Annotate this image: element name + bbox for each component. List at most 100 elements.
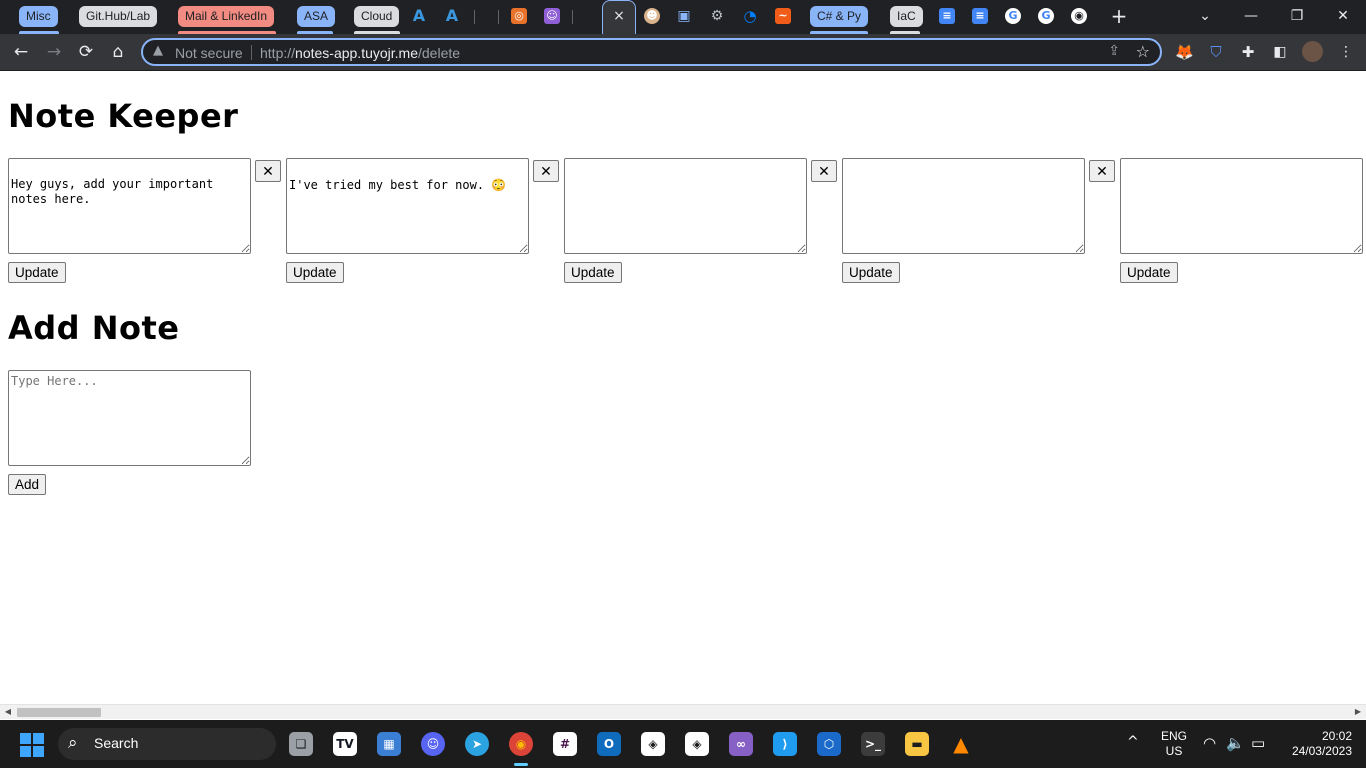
update-note-button[interactable]: Update [564, 262, 622, 283]
delete-note-button[interactable]: ✕ [533, 160, 559, 182]
browser-toolbar: ← → ⟳ ⌂ ▲ Not secure http://notes-app.tu… [0, 34, 1366, 71]
chrome-icon[interactable]: ◉ [1071, 8, 1087, 24]
virtualbox-icon[interactable]: ⬡ [817, 732, 841, 756]
file-explorer-icon[interactable]: ▬ [905, 732, 929, 756]
scroll-right-arrow[interactable]: ▶ [1351, 707, 1365, 716]
reload-button[interactable]: ⟳ [73, 40, 99, 64]
google-icon[interactable]: G [1038, 8, 1054, 24]
google-docs-icon[interactable]: ≡ [972, 8, 988, 24]
language-code: ENG [1160, 729, 1187, 743]
azure-icon[interactable]: A [444, 8, 460, 24]
tradingview-icon[interactable]: TV [333, 732, 357, 756]
delete-note-button[interactable]: ✕ [1089, 160, 1115, 182]
home-button[interactable]: ⌂ [105, 40, 131, 64]
taskbar-search-box[interactable]: ⌕ Search [58, 728, 276, 760]
update-note-button[interactable]: Update [286, 262, 344, 283]
calculator-icon[interactable]: ▦ [377, 732, 401, 756]
horizontal-scrollbar[interactable]: ◀ ▶ [0, 704, 1366, 719]
new-note-textarea[interactable] [8, 370, 251, 466]
windows-start-icon[interactable] [20, 733, 44, 757]
vlc-icon[interactable]: ▲ [949, 732, 973, 756]
menu-kebab-icon[interactable]: ⋮ [1337, 43, 1355, 61]
aws-orange-icon[interactable]: ◎ [511, 8, 527, 24]
url-path: /delete [418, 45, 461, 61]
avatar-tab-icon[interactable]: ☻ [644, 8, 660, 24]
address-bar[interactable]: ▲ Not secure http://notes-app.tuyojr.me/… [141, 38, 1162, 66]
tab-search-button[interactable]: ⌄ [1190, 4, 1220, 28]
share-icon[interactable]: ⇪ [1108, 43, 1120, 59]
active-tab[interactable]: × [602, 0, 636, 34]
vscode-icon[interactable]: ⟩ [773, 732, 797, 756]
tab-group-github[interactable]: Git.Hub/Lab [79, 6, 158, 27]
update-note-button[interactable]: Update [8, 262, 66, 283]
url-scheme: http:// [260, 45, 296, 61]
restore-button[interactable]: ❐ [1282, 4, 1312, 28]
unity-hub-icon[interactable]: ◈ [685, 732, 709, 756]
outlook-icon[interactable]: O [597, 732, 621, 756]
task-view-icon[interactable]: ❏ [289, 732, 313, 756]
telegram-icon[interactable]: ➤ [465, 732, 489, 756]
discord-icon[interactable]: ☺ [421, 732, 445, 756]
tab-separator [498, 10, 499, 24]
language-indicator[interactable]: ENG US [1158, 729, 1190, 759]
new-tab-button[interactable]: + [1104, 4, 1134, 28]
scroll-left-arrow[interactable]: ◀ [1, 707, 15, 716]
tab-group-mail-linkedin[interactable]: Mail & LinkedIn [178, 6, 275, 27]
side-panel-icon[interactable]: ◧ [1271, 43, 1289, 61]
metamask-icon[interactable]: 🦊 [1175, 43, 1194, 61]
purple-app-icon[interactable]: ☺ [544, 8, 560, 24]
digitalocean-tab-icon[interactable]: ◔ [742, 8, 758, 24]
clock-time: 20:02 [1321, 729, 1352, 743]
delete-note-button[interactable]: ✕ [255, 160, 281, 182]
note-textarea[interactable] [286, 158, 529, 254]
volume-icon[interactable]: 🔈 [1226, 734, 1245, 752]
tab-group-cloud[interactable]: Cloud [354, 6, 400, 27]
extensions-puzzle-icon[interactable]: ✚ [1239, 43, 1257, 61]
terminal-icon[interactable]: >_ [861, 732, 885, 756]
tab-group-misc[interactable]: Misc [19, 6, 58, 27]
add-note-heading: Add Note [8, 309, 180, 347]
battery-icon[interactable]: ▭ [1251, 734, 1265, 752]
shield-extension-icon[interactable]: ⛉ [1207, 43, 1225, 61]
minimize-button[interactable]: — [1236, 4, 1266, 28]
clock-date: 24/03/2023 [1291, 744, 1352, 758]
scrollbar-thumb[interactable] [17, 708, 101, 717]
note-textarea[interactable] [8, 158, 251, 254]
windows-taskbar: ⌕ Search ❏ TV ▦ ☺ ➤ ◉ # O ◈ ◈ ∞ ⟩ ⬡ >_ ▬… [0, 720, 1366, 768]
google-icon[interactable]: G [1005, 8, 1021, 24]
profile-avatar[interactable] [1302, 41, 1323, 62]
page-title: Note Keeper [8, 97, 239, 135]
update-note-button[interactable]: Update [842, 262, 900, 283]
tray-overflow-chevron-icon[interactable]: ^ [1127, 734, 1139, 750]
unity-icon[interactable]: ◈ [641, 732, 665, 756]
tab-group-iac[interactable]: IaC [890, 6, 923, 27]
azure-icon[interactable]: A [411, 8, 427, 24]
chip-tab-icon[interactable]: ▣ [676, 8, 692, 24]
tab-group-csharp-py[interactable]: C# & Py [810, 6, 869, 27]
system-clock[interactable]: 20:02 24/03/2023 [1280, 729, 1352, 759]
url-text[interactable]: http://notes-app.tuyojr.me/delete [260, 45, 460, 61]
close-tab-icon[interactable]: × [603, 8, 635, 24]
wifi-icon[interactable]: ◠ [1203, 734, 1216, 752]
search-icon: ⌕ [68, 733, 78, 753]
update-note-button[interactable]: Update [1120, 262, 1178, 283]
forward-button[interactable]: → [41, 40, 67, 64]
delete-note-button[interactable]: ✕ [811, 160, 837, 182]
orange-tab-icon[interactable]: ~ [775, 8, 791, 24]
slack-icon[interactable]: # [553, 732, 577, 756]
add-note-button[interactable]: Add [8, 474, 47, 495]
chrome-taskbar-icon[interactable]: ◉ [509, 732, 533, 756]
note-textarea[interactable] [1120, 158, 1363, 254]
google-docs-icon[interactable]: ≡ [939, 8, 955, 24]
close-window-button[interactable]: ✕ [1328, 4, 1358, 28]
note-textarea[interactable] [564, 158, 807, 254]
warning-icon[interactable]: ▲ [153, 43, 163, 58]
bookmark-star-icon[interactable]: ☆ [1136, 42, 1150, 61]
url-host: notes-app.tuyojr.me [295, 45, 418, 61]
note-textarea[interactable] [842, 158, 1085, 254]
tab-group-asa[interactable]: ASA [297, 6, 336, 27]
security-label[interactable]: Not secure [175, 45, 243, 61]
visual-studio-icon[interactable]: ∞ [729, 732, 753, 756]
back-button[interactable]: ← [8, 40, 34, 64]
settings-tab-icon[interactable]: ⚙ [709, 8, 725, 24]
